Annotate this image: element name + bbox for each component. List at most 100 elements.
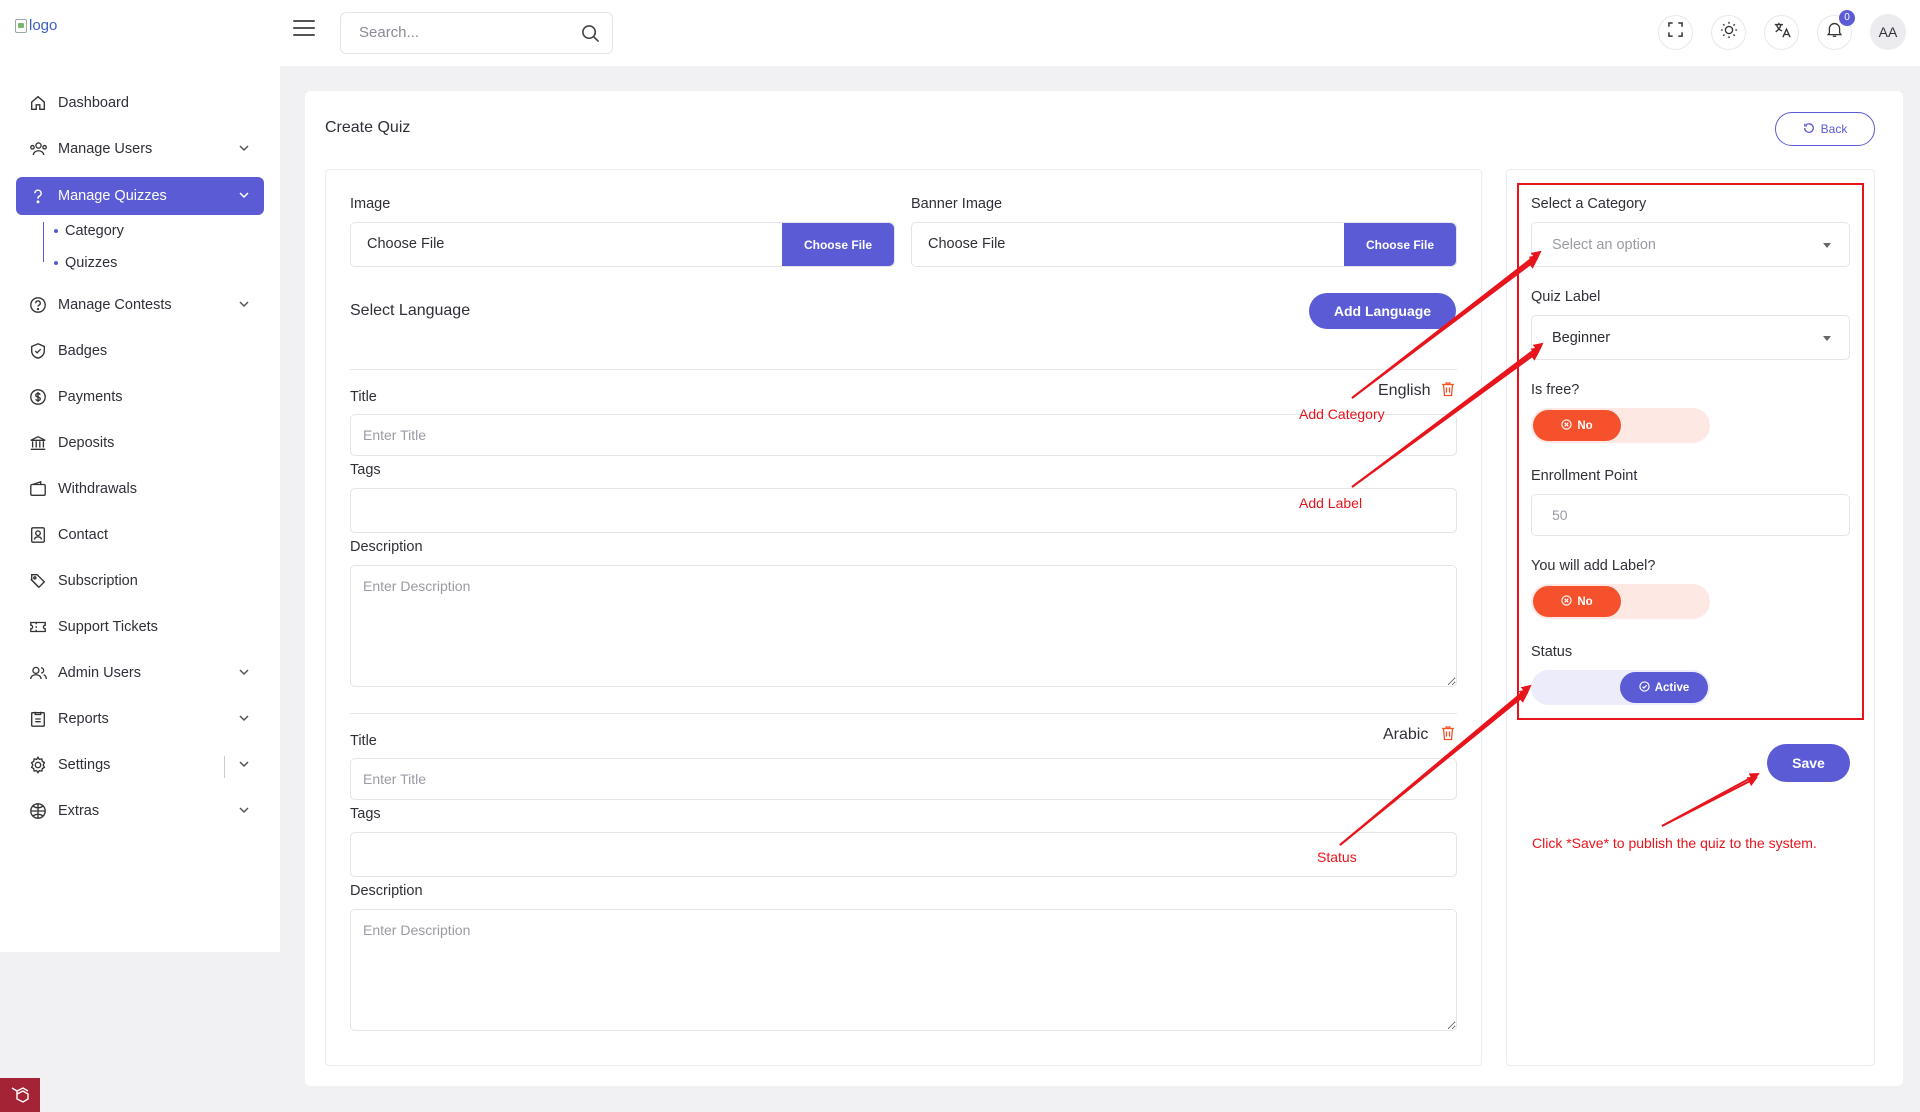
sidebar-item-dashboard[interactable]: Dashboard [16, 84, 264, 122]
search-box [340, 12, 613, 54]
back-button[interactable]: Back [1775, 112, 1875, 146]
divider [224, 756, 225, 778]
tag-icon [28, 571, 48, 591]
annotation-highlight-box [1517, 183, 1864, 720]
search-icon[interactable] [581, 24, 600, 48]
contact-icon [28, 525, 48, 545]
sidebar-item-label: Manage Users [58, 141, 153, 157]
english-tags-input[interactable] [350, 488, 1457, 533]
sidebar-item-label: Settings [58, 757, 111, 773]
sidebar-item-subscription[interactable]: Subscription [16, 562, 264, 600]
description-label: Description [350, 539, 423, 555]
image-choose-file-button[interactable]: Choose File [782, 223, 894, 266]
ticket-icon [28, 617, 48, 637]
contest-icon [28, 295, 48, 315]
trash-icon[interactable] [1441, 725, 1455, 746]
extras-icon [28, 801, 48, 821]
tags-label: Tags [350, 462, 381, 478]
broken-image-icon [15, 18, 27, 33]
dollar-icon [28, 387, 48, 407]
sidebar-item-manage-contests[interactable]: Manage Contests [16, 286, 264, 324]
sidebar-subitem-category[interactable]: Category [65, 223, 124, 239]
sidebar-item-withdrawals[interactable]: Withdrawals [16, 470, 264, 508]
notification-count-badge: 0 [1839, 9, 1855, 26]
sidebar-item-label: Support Tickets [58, 619, 158, 635]
sidebar-item-label: Payments [58, 389, 123, 405]
arabic-title-input[interactable] [350, 758, 1457, 800]
sidebar-item-admin-users[interactable]: Admin Users [16, 654, 264, 692]
submenu-bullet [54, 229, 58, 233]
sidebar-item-payments[interactable]: Payments [16, 378, 264, 416]
wallet-icon [28, 479, 48, 499]
sidebar-item-contact[interactable]: Contact [16, 516, 264, 554]
banner-choose-file-button[interactable]: Choose File [1344, 223, 1456, 266]
image-file-name: Choose File [367, 236, 445, 252]
menu-toggle-icon[interactable] [293, 20, 315, 38]
logo-alt-text: logo [29, 17, 58, 34]
sidebar-item-manage-users[interactable]: Manage Users [16, 130, 264, 168]
submenu-bullet [54, 261, 58, 265]
sidebar-item-label: Admin Users [58, 665, 141, 681]
page-title: Create Quiz [325, 119, 411, 136]
home-icon [28, 93, 48, 113]
sidebar-item-label: Reports [58, 711, 109, 727]
english-description-textarea[interactable] [350, 565, 1457, 687]
annotation-status: Status [1317, 849, 1357, 865]
arabic-description-textarea[interactable] [350, 909, 1457, 1031]
language-name-arabic: Arabic [1383, 726, 1429, 743]
sidebar-item-manage-quizzes[interactable]: Manage Quizzes [16, 177, 264, 215]
title-label: Title [350, 389, 377, 405]
language-button[interactable] [1764, 14, 1799, 50]
sidebar-item-label: Deposits [58, 435, 115, 451]
image-label: Image [350, 196, 391, 212]
framework-logo-icon[interactable] [0, 1078, 40, 1112]
sidebar-item-label: Extras [58, 803, 100, 819]
divider [350, 369, 1457, 370]
sun-icon [1720, 21, 1738, 44]
bell-icon [1826, 21, 1843, 43]
sidebar-item-label: Dashboard [58, 95, 129, 111]
sidebar-item-label: Manage Contests [58, 297, 172, 313]
sidebar-item-settings[interactable]: Settings [16, 746, 264, 784]
theme-toggle-button[interactable] [1711, 14, 1746, 50]
admin-users-icon [28, 663, 48, 683]
fullscreen-icon [1668, 22, 1683, 42]
search-input[interactable] [359, 24, 559, 41]
image-file-input[interactable]: Choose File Choose File [350, 222, 895, 267]
chevron-down-icon [238, 758, 250, 774]
add-language-button[interactable]: Add Language [1309, 293, 1456, 329]
fullscreen-button[interactable] [1658, 14, 1693, 50]
chevron-down-icon [238, 298, 250, 314]
english-title-input[interactable] [350, 414, 1457, 456]
submenu-tree-line [43, 222, 55, 262]
trash-icon[interactable] [1441, 381, 1455, 402]
sidebar-item-support-tickets[interactable]: Support Tickets [16, 608, 264, 646]
sidebar-item-extras[interactable]: Extras [16, 792, 264, 830]
avatar[interactable]: AA [1870, 14, 1906, 50]
sidebar-subitem-quizzes[interactable]: Quizzes [65, 255, 117, 271]
banner-file-input[interactable]: Choose File Choose File [911, 222, 1457, 267]
sidebar-item-deposits[interactable]: Deposits [16, 424, 264, 462]
logo[interactable]: logo [15, 17, 57, 34]
chevron-down-icon [238, 804, 250, 820]
shield-check-icon [28, 341, 48, 361]
back-button-label: Back [1820, 122, 1848, 136]
sidebar-item-badges[interactable]: Badges [16, 332, 264, 370]
notifications-button[interactable]: 0 [1817, 9, 1855, 50]
chevron-down-icon [238, 712, 250, 728]
language-name-english: English [1378, 382, 1431, 399]
divider [350, 713, 1457, 714]
sidebar-item-label: Withdrawals [58, 481, 137, 497]
tags-label: Tags [350, 806, 381, 822]
title-label: Title [350, 733, 377, 749]
chevron-down-icon [238, 142, 250, 158]
gear-icon [28, 755, 48, 775]
annotation-add-label: Add Label [1299, 495, 1363, 511]
save-button[interactable]: Save [1767, 744, 1850, 782]
sidebar-item-label: Badges [58, 343, 108, 359]
sidebar-item-label: Contact [58, 527, 108, 543]
annotation-save-hint: Click *Save* to publish the quiz to the … [1532, 835, 1817, 851]
arabic-tags-input[interactable] [350, 832, 1457, 877]
select-language-heading: Select Language [350, 302, 471, 319]
sidebar-item-reports[interactable]: Reports [16, 700, 264, 738]
